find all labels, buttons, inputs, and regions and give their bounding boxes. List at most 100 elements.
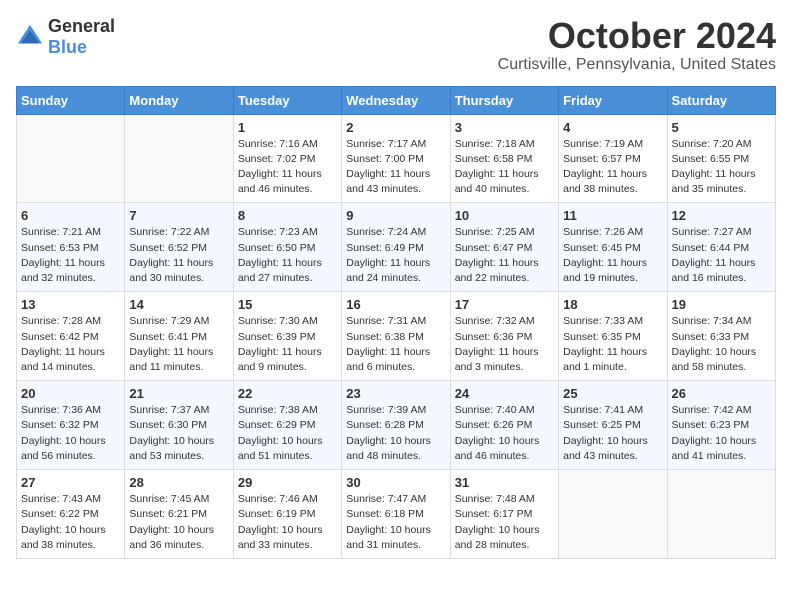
day-number: 23 (346, 386, 445, 401)
day-info: Sunrise: 7:23 AMSunset: 6:50 PMDaylight:… (238, 225, 337, 286)
day-number: 16 (346, 297, 445, 312)
day-info: Sunrise: 7:25 AMSunset: 6:47 PMDaylight:… (455, 225, 554, 286)
header-tuesday: Tuesday (233, 86, 341, 114)
table-row: 11 Sunrise: 7:26 AMSunset: 6:45 PMDaylig… (559, 203, 667, 292)
day-info: Sunrise: 7:47 AMSunset: 6:18 PMDaylight:… (346, 492, 445, 553)
table-row: 15 Sunrise: 7:30 AMSunset: 6:39 PMDaylig… (233, 292, 341, 381)
calendar-week-row: 1 Sunrise: 7:16 AMSunset: 7:02 PMDayligh… (17, 114, 776, 203)
day-number: 22 (238, 386, 337, 401)
day-number: 31 (455, 475, 554, 490)
table-row: 5 Sunrise: 7:20 AMSunset: 6:55 PMDayligh… (667, 114, 775, 203)
day-info: Sunrise: 7:39 AMSunset: 6:28 PMDaylight:… (346, 403, 445, 464)
logo-general: General (48, 16, 115, 36)
table-row: 31 Sunrise: 7:48 AMSunset: 6:17 PMDaylig… (450, 470, 558, 559)
day-info: Sunrise: 7:37 AMSunset: 6:30 PMDaylight:… (129, 403, 228, 464)
day-number: 7 (129, 208, 228, 223)
header-monday: Monday (125, 86, 233, 114)
day-info: Sunrise: 7:32 AMSunset: 6:36 PMDaylight:… (455, 314, 554, 375)
calendar-week-row: 20 Sunrise: 7:36 AMSunset: 6:32 PMDaylig… (17, 381, 776, 470)
day-info: Sunrise: 7:27 AMSunset: 6:44 PMDaylight:… (672, 225, 771, 286)
table-row: 2 Sunrise: 7:17 AMSunset: 7:00 PMDayligh… (342, 114, 450, 203)
day-number: 28 (129, 475, 228, 490)
weekday-header-row: Sunday Monday Tuesday Wednesday Thursday… (17, 86, 776, 114)
day-number: 24 (455, 386, 554, 401)
day-number: 27 (21, 475, 120, 490)
table-row: 16 Sunrise: 7:31 AMSunset: 6:38 PMDaylig… (342, 292, 450, 381)
table-row: 17 Sunrise: 7:32 AMSunset: 6:36 PMDaylig… (450, 292, 558, 381)
header-thursday: Thursday (450, 86, 558, 114)
day-number: 8 (238, 208, 337, 223)
day-info: Sunrise: 7:33 AMSunset: 6:35 PMDaylight:… (563, 314, 662, 375)
day-number: 10 (455, 208, 554, 223)
day-info: Sunrise: 7:45 AMSunset: 6:21 PMDaylight:… (129, 492, 228, 553)
day-info: Sunrise: 7:38 AMSunset: 6:29 PMDaylight:… (238, 403, 337, 464)
day-info: Sunrise: 7:18 AMSunset: 6:58 PMDaylight:… (455, 137, 554, 198)
table-row: 8 Sunrise: 7:23 AMSunset: 6:50 PMDayligh… (233, 203, 341, 292)
table-row (17, 114, 125, 203)
table-row (667, 470, 775, 559)
day-number: 2 (346, 120, 445, 135)
day-info: Sunrise: 7:22 AMSunset: 6:52 PMDaylight:… (129, 225, 228, 286)
logo-icon (16, 23, 44, 51)
table-row: 3 Sunrise: 7:18 AMSunset: 6:58 PMDayligh… (450, 114, 558, 203)
day-number: 19 (672, 297, 771, 312)
day-info: Sunrise: 7:17 AMSunset: 7:00 PMDaylight:… (346, 137, 445, 198)
day-number: 29 (238, 475, 337, 490)
day-number: 5 (672, 120, 771, 135)
day-number: 20 (21, 386, 120, 401)
header-friday: Friday (559, 86, 667, 114)
day-info: Sunrise: 7:26 AMSunset: 6:45 PMDaylight:… (563, 225, 662, 286)
table-row: 26 Sunrise: 7:42 AMSunset: 6:23 PMDaylig… (667, 381, 775, 470)
table-row: 27 Sunrise: 7:43 AMSunset: 6:22 PMDaylig… (17, 470, 125, 559)
day-number: 11 (563, 208, 662, 223)
day-info: Sunrise: 7:42 AMSunset: 6:23 PMDaylight:… (672, 403, 771, 464)
table-row: 6 Sunrise: 7:21 AMSunset: 6:53 PMDayligh… (17, 203, 125, 292)
table-row: 10 Sunrise: 7:25 AMSunset: 6:47 PMDaylig… (450, 203, 558, 292)
header: General Blue October 2024 Curtisville, P… (16, 16, 776, 74)
day-number: 25 (563, 386, 662, 401)
title-area: October 2024 Curtisville, Pennsylvania, … (498, 16, 776, 74)
table-row: 4 Sunrise: 7:19 AMSunset: 6:57 PMDayligh… (559, 114, 667, 203)
table-row: 1 Sunrise: 7:16 AMSunset: 7:02 PMDayligh… (233, 114, 341, 203)
header-wednesday: Wednesday (342, 86, 450, 114)
day-number: 6 (21, 208, 120, 223)
table-row: 18 Sunrise: 7:33 AMSunset: 6:35 PMDaylig… (559, 292, 667, 381)
day-info: Sunrise: 7:16 AMSunset: 7:02 PMDaylight:… (238, 137, 337, 198)
day-info: Sunrise: 7:31 AMSunset: 6:38 PMDaylight:… (346, 314, 445, 375)
table-row: 22 Sunrise: 7:38 AMSunset: 6:29 PMDaylig… (233, 381, 341, 470)
table-row: 12 Sunrise: 7:27 AMSunset: 6:44 PMDaylig… (667, 203, 775, 292)
table-row: 29 Sunrise: 7:46 AMSunset: 6:19 PMDaylig… (233, 470, 341, 559)
day-number: 18 (563, 297, 662, 312)
day-info: Sunrise: 7:48 AMSunset: 6:17 PMDaylight:… (455, 492, 554, 553)
day-number: 21 (129, 386, 228, 401)
day-info: Sunrise: 7:43 AMSunset: 6:22 PMDaylight:… (21, 492, 120, 553)
day-number: 4 (563, 120, 662, 135)
table-row: 23 Sunrise: 7:39 AMSunset: 6:28 PMDaylig… (342, 381, 450, 470)
header-saturday: Saturday (667, 86, 775, 114)
logo: General Blue (16, 16, 115, 58)
month-title: October 2024 (498, 16, 776, 56)
day-number: 3 (455, 120, 554, 135)
day-info: Sunrise: 7:21 AMSunset: 6:53 PMDaylight:… (21, 225, 120, 286)
calendar-week-row: 27 Sunrise: 7:43 AMSunset: 6:22 PMDaylig… (17, 470, 776, 559)
table-row: 14 Sunrise: 7:29 AMSunset: 6:41 PMDaylig… (125, 292, 233, 381)
table-row: 9 Sunrise: 7:24 AMSunset: 6:49 PMDayligh… (342, 203, 450, 292)
table-row: 24 Sunrise: 7:40 AMSunset: 6:26 PMDaylig… (450, 381, 558, 470)
day-info: Sunrise: 7:20 AMSunset: 6:55 PMDaylight:… (672, 137, 771, 198)
calendar-table: Sunday Monday Tuesday Wednesday Thursday… (16, 86, 776, 559)
location-title: Curtisville, Pennsylvania, United States (498, 56, 776, 74)
table-row: 19 Sunrise: 7:34 AMSunset: 6:33 PMDaylig… (667, 292, 775, 381)
day-number: 15 (238, 297, 337, 312)
logo-blue: Blue (48, 37, 87, 57)
day-number: 12 (672, 208, 771, 223)
table-row: 30 Sunrise: 7:47 AMSunset: 6:18 PMDaylig… (342, 470, 450, 559)
day-info: Sunrise: 7:28 AMSunset: 6:42 PMDaylight:… (21, 314, 120, 375)
table-row: 7 Sunrise: 7:22 AMSunset: 6:52 PMDayligh… (125, 203, 233, 292)
day-info: Sunrise: 7:30 AMSunset: 6:39 PMDaylight:… (238, 314, 337, 375)
day-info: Sunrise: 7:34 AMSunset: 6:33 PMDaylight:… (672, 314, 771, 375)
logo-text: General Blue (48, 16, 115, 58)
table-row: 21 Sunrise: 7:37 AMSunset: 6:30 PMDaylig… (125, 381, 233, 470)
day-number: 14 (129, 297, 228, 312)
day-info: Sunrise: 7:40 AMSunset: 6:26 PMDaylight:… (455, 403, 554, 464)
table-row: 13 Sunrise: 7:28 AMSunset: 6:42 PMDaylig… (17, 292, 125, 381)
